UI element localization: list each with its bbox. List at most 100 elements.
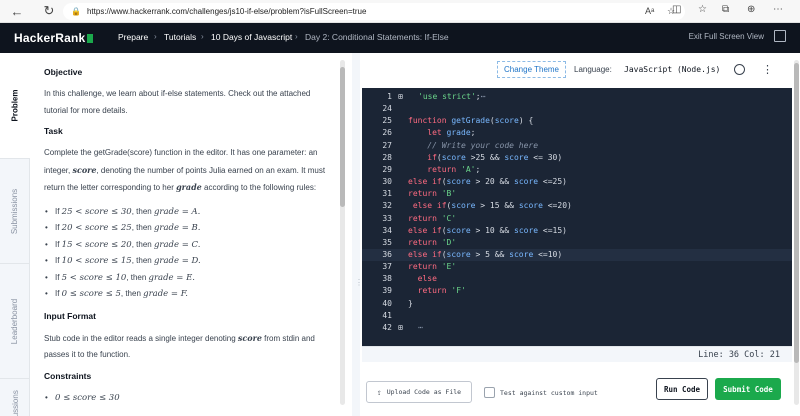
kebab-menu-icon[interactable]: ⋮ — [762, 63, 773, 76]
exit-fullscreen-link[interactable]: Exit Full Screen View — [689, 32, 764, 41]
code-line[interactable]: 24 — [362, 103, 792, 115]
code-line[interactable]: 42 ⊞ ⋯ — [362, 322, 792, 334]
code-line[interactable]: 32 else if(score > 15 && score <=20) — [362, 200, 792, 212]
code-text: if(score >25 && score <= 30) — [427, 152, 563, 162]
browser-toolbar: ← ↻ 🔒 https://www.hackerrank.com/challen… — [0, 0, 800, 23]
change-theme-button[interactable]: Change Theme — [497, 61, 566, 78]
code-text: return 'B' — [408, 189, 457, 199]
tab-leaderboard[interactable]: Leaderboard — [0, 263, 30, 378]
code-text: else if(score > 20 && score <=25) — [408, 177, 567, 187]
list-item: 0 ≤ score ≤ 30 — [44, 390, 336, 407]
code-line[interactable]: 41 — [362, 310, 792, 322]
hackerrank-logo[interactable]: HackerRank — [14, 31, 94, 45]
language-select[interactable]: JavaScript (Node.js) — [624, 65, 720, 74]
code-line[interactable]: 39 return 'F' — [362, 285, 792, 297]
breadcrumb-10-days[interactable]: 10 Days of Javascript — [211, 32, 292, 42]
var-grade: grade — [176, 182, 202, 192]
code-text: return 'A'; — [427, 164, 481, 174]
collections-icon[interactable]: ⧉ — [722, 4, 729, 15]
back-icon[interactable]: ← — [8, 2, 26, 20]
code-line[interactable]: 1 ⊞ 'use strict';⋯ — [362, 91, 792, 103]
breadcrumb-separator: › — [201, 32, 204, 41]
constraints-list: 0 ≤ score ≤ 30 — [44, 390, 336, 407]
line-number: 31 — [382, 189, 392, 199]
grading-rules-list: If 25 < score ≤ 30, then grade = A. If 2… — [44, 204, 336, 303]
list-item: If 5 < score ≤ 10, then grade = E. — [44, 270, 336, 287]
custom-input-checkbox[interactable] — [484, 387, 495, 398]
code-line[interactable]: 33 return 'C' — [362, 213, 792, 225]
breadcrumb-prepare[interactable]: Prepare — [118, 32, 148, 42]
code-line[interactable]: 37 return 'E' — [362, 261, 792, 273]
line-number: 35 — [382, 237, 392, 247]
tab-submissions[interactable]: Submissions — [0, 158, 30, 263]
code-line[interactable]: 28 if(score >25 && score <= 30) — [362, 152, 792, 164]
line-number: 42 — [382, 322, 392, 332]
code-line[interactable]: 36 else if(score > 5 && score <=10) — [362, 248, 792, 261]
code-line[interactable]: 25 function getGrade(score) { — [362, 115, 792, 127]
more-icon[interactable]: ⋯ — [773, 4, 783, 15]
line-number: 33 — [382, 213, 392, 223]
split-screen-icon[interactable]: ◫ — [672, 4, 681, 15]
code-line[interactable]: 35 return 'D' — [362, 237, 792, 249]
code-text: else if(score > 5 && score <=10) — [408, 249, 563, 259]
code-line[interactable]: 27 // Write your code here — [362, 140, 792, 152]
line-number: 27 — [382, 140, 392, 150]
code-line[interactable]: 31 return 'B' — [362, 188, 792, 200]
upload-icon: ⇪ — [376, 387, 382, 397]
line-number: 26 — [382, 128, 392, 138]
task-text: Complete the getGrade(score) function in… — [44, 148, 326, 192]
refresh-icon[interactable]: ↻ — [40, 2, 58, 20]
breadcrumb-tutorials[interactable]: Tutorials — [164, 32, 196, 42]
code-text: ⋯ — [418, 322, 423, 332]
code-text: 'use strict';⋯ — [418, 92, 486, 101]
line-number: 37 — [382, 262, 392, 272]
read-aloud-icon[interactable]: Aᵃ — [645, 6, 654, 16]
line-number: 1 — [387, 92, 392, 101]
code-line[interactable]: 29 return 'A'; — [362, 164, 792, 176]
submit-code-button[interactable]: Submit Code — [715, 378, 781, 400]
address-bar[interactable]: 🔒 https://www.hackerrank.com/challenges/… — [63, 3, 685, 20]
extensions-icon[interactable]: ⊕ — [747, 4, 755, 15]
task-heading: Task — [44, 126, 63, 136]
page-scrollbar[interactable] — [793, 60, 800, 405]
problem-scrollbar[interactable] — [339, 60, 346, 405]
problem-statement: Objective In this challenge, we learn ab… — [30, 53, 350, 416]
scrollbar-thumb[interactable] — [340, 67, 345, 207]
code-line[interactable]: 40} — [362, 298, 792, 310]
upload-code-button[interactable]: ⇪ Upload Code as File — [366, 381, 472, 403]
code-text: return 'F' — [417, 286, 466, 296]
fold-toggle-icon[interactable]: ⊞ — [398, 91, 403, 103]
line-number: 40 — [382, 298, 392, 308]
list-item: If 10 < score ≤ 15, then grade = D. — [44, 253, 336, 270]
tab-problem[interactable]: Problem — [0, 53, 30, 158]
line-number: 32 — [382, 201, 392, 211]
fullscreen-icon[interactable] — [774, 30, 786, 42]
fold-toggle-icon[interactable]: ⊞ — [398, 322, 403, 334]
vertical-tab-strip: Problem Submissions Leaderboard Discussi… — [0, 53, 30, 416]
line-number: 34 — [382, 225, 392, 235]
code-text: return 'C' — [408, 213, 457, 223]
code-editor[interactable]: 1 ⊞ 'use strict';⋯ 24 25 function getGrade(sc… — [362, 88, 792, 346]
line-number: 24 — [382, 104, 392, 114]
function-name: getGrade(score) — [93, 148, 153, 157]
line-number: 39 — [382, 286, 392, 296]
panel-resize-handle[interactable]: ⋮ — [352, 53, 363, 416]
run-code-button[interactable]: Run Code — [656, 378, 708, 400]
list-item: If 0 ≤ score ≤ 5, then grade = F. — [44, 286, 336, 303]
restore-code-icon[interactable] — [734, 64, 745, 75]
code-line[interactable]: 34 else if(score > 10 && score <=15) — [362, 225, 792, 237]
code-text: let grade; — [427, 128, 476, 138]
code-line[interactable]: 30 else if(score > 20 && score <=25) — [362, 176, 792, 188]
code-line[interactable]: 38 else — [362, 273, 792, 285]
tab-discussions[interactable]: Discussions — [0, 378, 30, 416]
custom-input-label[interactable]: Test against custom input — [500, 389, 598, 397]
list-item: If 25 < score ≤ 30, then grade = A. — [44, 204, 336, 221]
editor-toolbar: Change Theme Language: JavaScript (Node.… — [362, 57, 792, 85]
code-text: } — [408, 298, 413, 308]
line-number: 29 — [382, 164, 392, 174]
code-text: else — [417, 274, 437, 284]
code-line[interactable]: 26 let grade; — [362, 127, 792, 139]
scrollbar-thumb[interactable] — [794, 63, 799, 363]
favorites-icon[interactable]: ☆ — [698, 4, 707, 15]
cursor-status: Line: 36 Col: 21 — [362, 346, 792, 362]
